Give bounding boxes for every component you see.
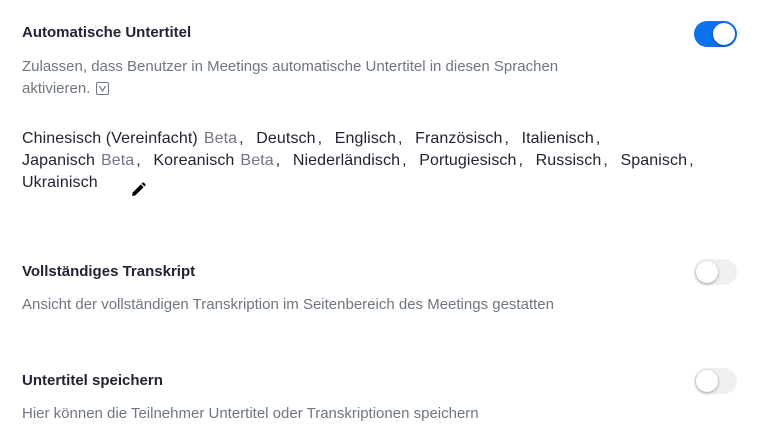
full-transcript-title: Vollständiges Transkript [22, 263, 196, 280]
language-separator: , [239, 130, 244, 147]
pencil-icon[interactable] [129, 181, 147, 199]
toggle-knob [696, 370, 718, 392]
language-item: Spanisch, [620, 152, 701, 169]
toggle-knob [696, 261, 718, 283]
language-name: Ukrainisch [22, 174, 98, 191]
beta-badge: Beta [240, 152, 274, 169]
save-captions-toggle[interactable] [694, 368, 737, 394]
auto-captions-description-line2: aktivieren. [22, 80, 91, 97]
save-captions-setting: Untertitel speichern [22, 372, 742, 389]
language-separator: , [595, 130, 601, 147]
language-item: Ukrainisch [22, 174, 98, 191]
language-item: Deutsch, [256, 130, 330, 147]
language-name: Französisch [415, 130, 503, 147]
language-name: Spanisch [620, 152, 688, 169]
language-item: Portugiesisch, [419, 152, 531, 169]
auto-captions-setting: Automatische Untertitel [22, 24, 742, 41]
toggle-knob [713, 23, 735, 45]
language-separator: , [518, 152, 524, 169]
language-name: Russisch [535, 152, 602, 169]
language-item: Japanisch Beta, [22, 152, 149, 169]
language-list: Chinesisch (Vereinfacht) Beta, Deutsch, E… [22, 128, 712, 194]
auto-captions-description: Zulassen, dass Benutzer in Meetings auto… [22, 56, 742, 100]
save-captions-title: Untertitel speichern [22, 372, 163, 389]
language-name: Italienisch [521, 130, 594, 147]
language-name: Englisch [334, 130, 397, 147]
language-item: Koreanisch Beta, [153, 152, 288, 169]
full-transcript-description: Ansicht der vollständigen Transkription … [22, 296, 554, 313]
language-name: Deutsch [256, 130, 316, 147]
language-item: Niederländisch, [293, 152, 415, 169]
auto-captions-title: Automatische Untertitel [22, 24, 192, 41]
language-separator: , [603, 152, 608, 169]
language-separator: , [136, 152, 141, 169]
auto-captions-toggle[interactable] [694, 21, 737, 47]
beta-badge: Beta [100, 152, 135, 169]
language-name: Japanisch [22, 152, 95, 169]
language-item: Chinesisch (Vereinfacht) Beta, [22, 130, 252, 147]
language-separator: , [689, 152, 694, 169]
full-transcript-setting: Vollständiges Transkript [22, 263, 742, 280]
auto-captions-description-line1: Zulassen, dass Benutzer in Meetings auto… [22, 58, 559, 75]
language-item: Italienisch, [522, 130, 609, 147]
language-separator: , [504, 130, 510, 147]
language-item: Russisch, [536, 152, 616, 169]
language-name: Portugiesisch [419, 152, 517, 169]
language-separator: , [317, 130, 323, 147]
full-transcript-toggle[interactable] [694, 259, 737, 285]
language-name: Chinesisch (Vereinfacht) [22, 130, 198, 147]
language-name: Koreanisch [153, 152, 235, 169]
language-separator: , [275, 152, 281, 169]
language-item: Französisch, [415, 130, 517, 147]
beta-badge: Beta [203, 130, 238, 147]
info-icon[interactable] [96, 81, 110, 95]
language-separator: , [398, 130, 403, 147]
language-name: Niederländisch [292, 152, 401, 169]
language-item: Englisch, [335, 130, 411, 147]
save-captions-description: Hier können die Teilnehmer Untertitel od… [22, 405, 479, 422]
language-separator: , [402, 152, 407, 169]
